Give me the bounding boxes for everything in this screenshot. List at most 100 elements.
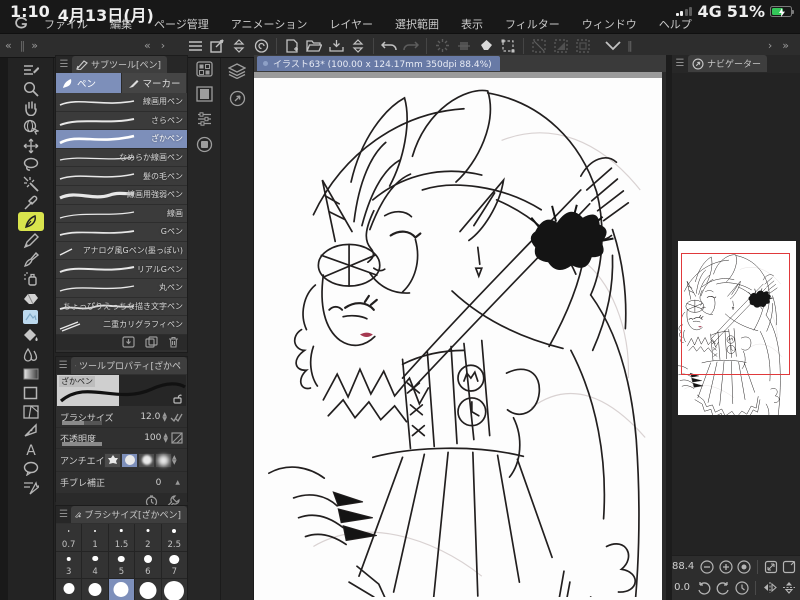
- fit-screen-button[interactable]: [764, 559, 778, 574]
- stabilization-row[interactable]: 手ブレ補正 0 ▲: [56, 472, 187, 493]
- menu-selection[interactable]: 選択範囲: [384, 16, 450, 32]
- select-area-icon[interactable]: [572, 37, 594, 55]
- open-file-icon[interactable]: [303, 37, 325, 55]
- fill-tool-icon[interactable]: [18, 326, 44, 345]
- size-cell[interactable]: 2: [135, 524, 161, 551]
- balloon-tool-icon[interactable]: [18, 459, 44, 478]
- document-tab[interactable]: イラスト63* (100.00 x 124.17mm 350dpi 88.4%): [257, 56, 500, 71]
- line-correct-tool-icon[interactable]: [18, 478, 44, 497]
- size-cell[interactable]: 6: [135, 551, 161, 578]
- antialias-none[interactable]: [104, 452, 121, 468]
- frame-border-tool-icon[interactable]: [18, 402, 44, 421]
- gradient-tool-icon[interactable]: [18, 364, 44, 383]
- main-menu-icon[interactable]: [184, 37, 206, 55]
- brush-size-stepper[interactable]: ▲ ▼: [162, 412, 167, 423]
- size-cell[interactable]: [135, 579, 161, 600]
- antialias-middle[interactable]: [138, 452, 155, 468]
- navigator-view-frame[interactable]: [681, 253, 790, 375]
- subtool-menu-icon[interactable]: ☰: [56, 59, 72, 70]
- list-item-pen[interactable]: 丸ペン: [56, 278, 187, 298]
- expand-left-icon[interactable]: »: [26, 39, 43, 52]
- redo-icon[interactable]: [400, 37, 422, 55]
- figure-tool-icon[interactable]: [18, 383, 44, 402]
- menu-filter[interactable]: フィルター: [494, 16, 571, 32]
- deselect-icon[interactable]: [528, 37, 550, 55]
- brush-size-menu-icon[interactable]: ☰: [56, 509, 71, 520]
- fullscreen-button[interactable]: [782, 559, 796, 574]
- move-layer-tool-icon[interactable]: [18, 136, 44, 155]
- size-cell[interactable]: 3: [56, 551, 82, 578]
- duplicate-subtool-icon[interactable]: [145, 336, 158, 348]
- antialias-weak[interactable]: [121, 452, 138, 468]
- menu-layer[interactable]: レイヤー: [318, 16, 384, 32]
- transform-icon[interactable]: [497, 37, 519, 55]
- operate-tool-icon[interactable]: [18, 117, 44, 136]
- save-icon[interactable]: [325, 37, 347, 55]
- swap-updown2-icon[interactable]: [347, 37, 369, 55]
- opacity-row[interactable]: 不透明度 100 ▲ ▼: [56, 428, 187, 449]
- zoom-in-button[interactable]: [718, 559, 733, 574]
- navigator-panel-icon[interactable]: [229, 90, 246, 107]
- material-panel-icon[interactable]: [195, 61, 213, 77]
- menu-file[interactable]: ファイル: [33, 16, 99, 32]
- tab-marker[interactable]: マーカー: [121, 73, 187, 93]
- menu-page-manage[interactable]: ページ管理: [143, 16, 220, 32]
- menu-window[interactable]: ウィンドウ: [571, 16, 648, 32]
- navigator-title-tab[interactable]: ナビゲーター: [688, 55, 768, 72]
- reset-rotation-button[interactable]: [734, 580, 749, 595]
- rotate-right-button[interactable]: [715, 580, 730, 595]
- right-collapse-icon[interactable]: ›: [763, 39, 777, 52]
- list-item-pen[interactable]: 線画: [56, 204, 187, 224]
- size-cell[interactable]: 4: [82, 551, 108, 578]
- lock-icon[interactable]: [172, 393, 183, 404]
- list-item-pen[interactable]: アナログ風Gペン(墨っぽい): [56, 241, 187, 261]
- rotate-left-button[interactable]: [696, 580, 711, 595]
- refresh-icon[interactable]: [431, 37, 453, 55]
- list-item-pen[interactable]: さらペン: [56, 111, 187, 131]
- brush-size-row[interactable]: ブラシサイズ 12.0 ▲ ▼: [56, 407, 187, 428]
- auto-select-tool-icon[interactable]: [18, 174, 44, 193]
- layers-panel-icon[interactable]: [228, 63, 246, 79]
- tool-property-title-tab[interactable]: ツールプロパティ[ざかペ: [70, 357, 187, 374]
- stabilization-expand-icon[interactable]: ▲: [175, 480, 180, 486]
- decoration-tool-icon[interactable]: [18, 307, 44, 326]
- tool-settings-panel-icon[interactable]: [196, 111, 213, 127]
- color-circle-panel-icon[interactable]: [196, 136, 213, 153]
- brush-tool-icon[interactable]: [18, 250, 44, 269]
- list-item-pen[interactable]: 二重カリグラフィペン: [56, 316, 187, 335]
- pen-tool-icon[interactable]: [17, 212, 44, 231]
- list-item-pen[interactable]: ちょっぴりえっちな描き文字ペン: [56, 297, 187, 317]
- pencil-tool-icon[interactable]: [18, 231, 44, 250]
- zoom-100-button[interactable]: [737, 559, 751, 574]
- brush-size-value[interactable]: 12.0: [140, 412, 160, 422]
- subtool-panel-title-tab[interactable]: サブツール[ペン]: [72, 56, 168, 73]
- tab-close-icon[interactable]: [262, 60, 269, 67]
- timeline-panel-icon[interactable]: [195, 86, 213, 102]
- list-item-pen[interactable]: リアルGペン: [56, 260, 187, 279]
- ruler-tool-icon[interactable]: [18, 421, 44, 440]
- list-item-pen[interactable]: 線画用ペン: [56, 93, 187, 112]
- size-cell[interactable]: [82, 579, 108, 600]
- list-item-pen[interactable]: なめらか線画ペン: [56, 148, 187, 168]
- stabilization-value[interactable]: 0: [156, 478, 162, 488]
- tool-property-menu-icon[interactable]: ☰: [56, 360, 71, 371]
- swap-updown-icon[interactable]: [228, 37, 250, 55]
- eyedropper-tool-icon[interactable]: [18, 193, 44, 212]
- delete-subtool-icon[interactable]: [168, 336, 179, 348]
- import-subtool-icon[interactable]: [122, 336, 135, 348]
- eraser-tool-icon[interactable]: [18, 288, 44, 307]
- size-cell[interactable]: 2.5: [161, 524, 187, 551]
- opacity-settings-icon[interactable]: [171, 432, 183, 444]
- canvas-paper[interactable]: [254, 72, 662, 600]
- tab-pen[interactable]: ペン: [56, 73, 122, 93]
- list-item-pen[interactable]: 線画用強弱ペン: [56, 185, 187, 205]
- size-cell[interactable]: 7: [161, 551, 187, 578]
- list-item-pen[interactable]: 髪の毛ペン: [56, 167, 187, 186]
- menu-animation[interactable]: アニメーション: [220, 16, 319, 32]
- settings-spiral-icon[interactable]: [250, 37, 272, 55]
- text-tool-icon[interactable]: A: [18, 440, 44, 459]
- right-expand-icon[interactable]: »: [777, 39, 794, 52]
- panel-collapse-icon[interactable]: «: [139, 39, 156, 52]
- size-cell[interactable]: [161, 579, 187, 600]
- antialias-stepper[interactable]: ▲ ▼: [172, 455, 177, 466]
